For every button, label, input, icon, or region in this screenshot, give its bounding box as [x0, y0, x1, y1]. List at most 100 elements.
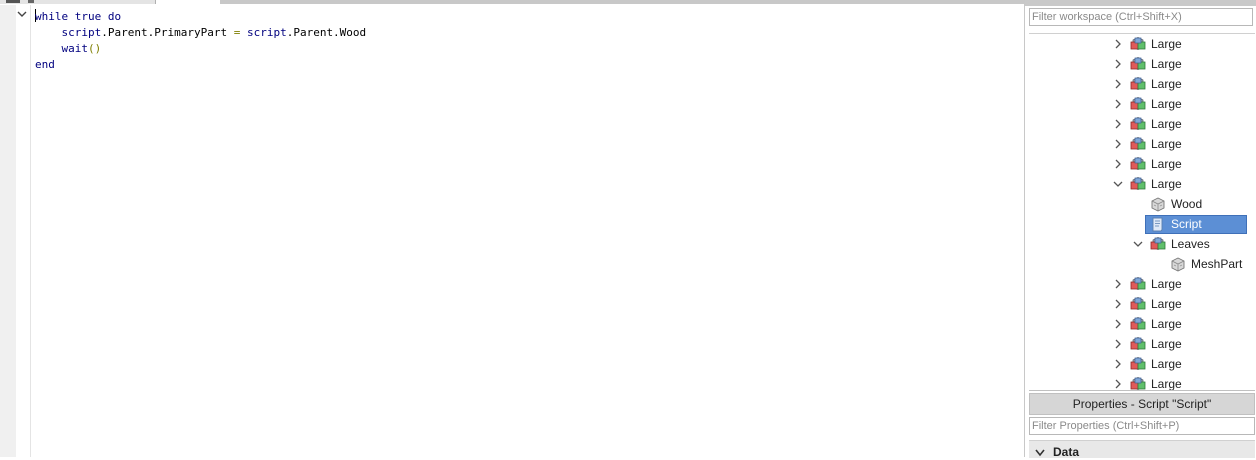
explorer-item-label: Large [1151, 357, 1182, 371]
fold-chevron-down-icon[interactable] [17, 9, 27, 19]
model-icon [1129, 276, 1147, 292]
chevron-down-icon[interactable] [1113, 178, 1123, 190]
model-icon [1129, 96, 1147, 112]
model-icon [1149, 236, 1167, 252]
explorer-item[interactable]: Large [1029, 314, 1255, 334]
code-line[interactable]: while true do [35, 9, 366, 25]
model-icon [1129, 76, 1147, 92]
explorer-item-label: Large [1151, 317, 1182, 331]
explorer-item[interactable]: Large [1029, 374, 1255, 390]
explorer-item[interactable]: Large [1029, 94, 1255, 114]
model-icon [1129, 36, 1147, 52]
explorer-item-label: Large [1151, 97, 1182, 111]
code-token: do [107, 10, 122, 23]
explorer-item-label: MeshPart [1191, 257, 1243, 271]
tab-bar-background [220, 0, 1024, 4]
explorer-item-label: Script [1171, 217, 1202, 231]
code-token: wait [61, 42, 89, 55]
code-token: () [88, 42, 102, 55]
model-icon [1129, 116, 1147, 132]
explorer-item[interactable]: Large [1029, 354, 1255, 374]
explorer-item-label: Leaves [1171, 237, 1210, 251]
explorer-item[interactable]: Large [1029, 334, 1255, 354]
model-icon [1129, 56, 1147, 72]
explorer-item-label: Large [1151, 177, 1182, 191]
properties-header: Properties - Script "Script" [1029, 393, 1255, 415]
properties-filter-input[interactable]: Filter Properties (Ctrl+Shift+P) [1029, 417, 1255, 435]
explorer-item[interactable]: Large [1029, 114, 1255, 134]
explorer-filter-input[interactable]: Filter workspace (Ctrl+Shift+X) [1029, 8, 1253, 26]
code-editor[interactable]: while true do script.Parent.PrimaryPart … [35, 9, 366, 73]
model-icon [1129, 176, 1147, 192]
meshpart-icon [1169, 256, 1187, 272]
explorer-item-label: Large [1151, 337, 1182, 351]
code-token: script [61, 26, 102, 39]
fold-margin [16, 5, 31, 457]
chevron-right-icon[interactable] [1113, 138, 1123, 150]
explorer-tree[interactable]: Large Large Large Large Large Large Large Large… [1029, 33, 1255, 391]
explorer-item[interactable]: Large [1029, 74, 1255, 94]
explorer-item-label: Large [1151, 137, 1182, 151]
explorer-item-label: Large [1151, 77, 1182, 91]
script-tab[interactable] [0, 0, 156, 4]
explorer-item[interactable]: Large [1029, 134, 1255, 154]
chevron-right-icon[interactable] [1113, 298, 1123, 310]
explorer-item[interactable]: Large [1029, 174, 1255, 194]
explorer-item[interactable]: Wood [1029, 194, 1255, 214]
code-token: true [74, 10, 102, 23]
model-icon [1129, 356, 1147, 372]
model-icon [1129, 296, 1147, 312]
chevron-right-icon[interactable] [1113, 318, 1123, 330]
line-number-gutter [0, 5, 16, 457]
chevron-right-icon[interactable] [1113, 78, 1123, 90]
code-line[interactable]: wait() [35, 41, 366, 57]
right-panel: Filter workspace (Ctrl+Shift+X) Large Lar… [1024, 0, 1256, 460]
chevron-right-icon[interactable] [1113, 38, 1123, 50]
model-icon [1129, 136, 1147, 152]
chevron-right-icon[interactable] [1113, 118, 1123, 130]
explorer-item-label: Large [1151, 117, 1182, 131]
code-token: .Parent.Wood [286, 26, 367, 39]
model-icon [1129, 336, 1147, 352]
code-token: end [35, 58, 55, 71]
explorer-item[interactable]: Large [1029, 294, 1255, 314]
script-icon [1149, 216, 1167, 232]
meshpart-icon [1149, 196, 1167, 212]
model-icon [1129, 376, 1147, 390]
explorer-item-label: Large [1151, 277, 1182, 291]
tab-icon [6, 0, 20, 3]
chevron-right-icon[interactable] [1113, 278, 1123, 290]
explorer-item-label: Large [1151, 57, 1182, 71]
properties-section-data[interactable]: Data [1029, 440, 1255, 460]
chevron-right-icon[interactable] [1113, 98, 1123, 110]
chevron-down-icon[interactable] [1133, 238, 1143, 250]
chevron-down-icon[interactable] [1035, 446, 1045, 460]
explorer-item[interactable]: Large [1029, 154, 1255, 174]
explorer-item[interactable]: Large [1029, 54, 1255, 74]
explorer-item[interactable]: MeshPart [1029, 254, 1255, 274]
code-token: .Parent.PrimaryPart [101, 26, 234, 39]
explorer-item[interactable]: Large [1029, 274, 1255, 294]
chevron-right-icon[interactable] [1113, 338, 1123, 350]
explorer-item[interactable]: Large [1029, 34, 1255, 54]
script-tab-strip [0, 0, 1024, 5]
model-icon [1129, 316, 1147, 332]
tab-label-fragment [28, 0, 34, 3]
chevron-right-icon[interactable] [1113, 358, 1123, 370]
explorer-item-label: Large [1151, 297, 1182, 311]
code-line[interactable]: script.Parent.PrimaryPart = script.Paren… [35, 25, 367, 41]
model-icon [1129, 156, 1147, 172]
code-line[interactable]: end [35, 57, 366, 73]
chevron-right-icon[interactable] [1113, 378, 1123, 390]
explorer-item-label: Large [1151, 157, 1182, 171]
chevron-right-icon[interactable] [1113, 158, 1123, 170]
explorer-item[interactable]: Script [1029, 214, 1255, 234]
chevron-right-icon[interactable] [1113, 58, 1123, 70]
code-token: while [35, 10, 69, 23]
explorer-item-label: Wood [1171, 197, 1203, 211]
explorer-item[interactable]: Leaves [1029, 234, 1255, 254]
